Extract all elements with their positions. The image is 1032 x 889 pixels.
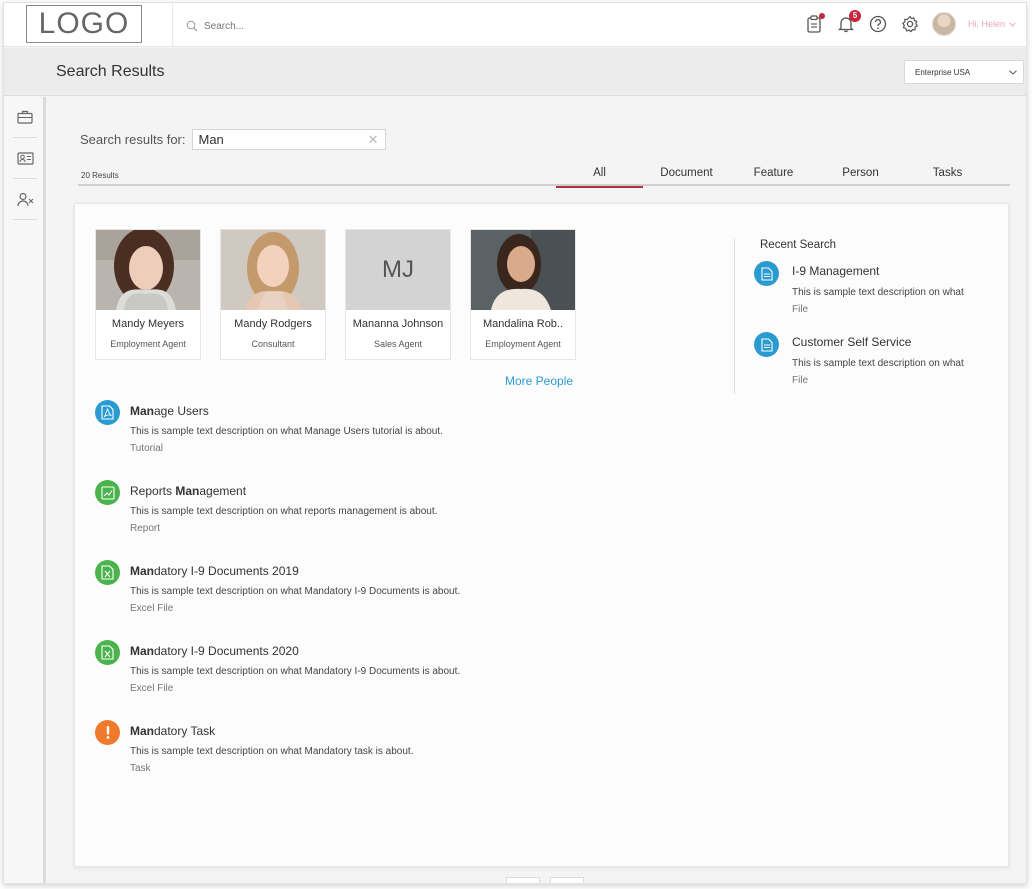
tab-person[interactable]: Person [817, 161, 904, 186]
company-select[interactable]: Enterprise USA [904, 60, 1024, 84]
greeting-text: Hi, Helen [967, 19, 1005, 29]
document-icon [754, 332, 779, 357]
search-label: Search results for: [80, 132, 186, 147]
id-card-icon [16, 151, 34, 165]
person-photo [221, 230, 325, 310]
excel-icon [95, 560, 120, 585]
result-type: Tutorial [130, 443, 163, 454]
person-initials-avatar: MJ [346, 230, 450, 310]
results-count: 20 Results [81, 171, 119, 180]
top-icons: 5 Hi, Helen [804, 10, 1016, 36]
results-card: Mandy Meyers Employment Agent Mandy Rodg… [74, 203, 1009, 867]
user-menu[interactable]: Hi, Helen [968, 19, 1016, 29]
app-window: LOGO Search... 5 Hi, Helen Search Result… [3, 2, 1027, 884]
person-name: Mandy Rodgers [234, 318, 312, 330]
person-card[interactable]: Mandalina Rob.. Employment Agent [470, 229, 576, 360]
recent-item-description: This is sample text description on what [792, 287, 964, 298]
query-input[interactable]: Man ✕ [191, 129, 386, 150]
sidebar-item-directory[interactable] [4, 138, 46, 178]
recent-search-item[interactable]: Customer Self Service This is sample tex… [754, 332, 984, 403]
company-select-value: Enterprise USA [915, 67, 971, 77]
result-type: Report [130, 523, 161, 534]
gear-icon [902, 15, 918, 33]
search-query-row: Search results for: Man ✕ [80, 129, 386, 150]
result-title[interactable]: Manage Users [130, 404, 209, 418]
result-title[interactable]: Mandatory Task [130, 724, 215, 738]
chevron-down-icon [1009, 69, 1017, 75]
result-description: This is sample text description on what … [130, 506, 438, 517]
clipboard-button[interactable] [804, 13, 825, 35]
search-input[interactable] [204, 20, 404, 32]
recent-item-type: File [792, 304, 809, 315]
person-role: Sales Agent [373, 339, 423, 349]
person-photo [96, 230, 200, 310]
help-icon [869, 15, 887, 33]
search-icon [186, 20, 198, 32]
tab-document[interactable]: Document [643, 161, 730, 186]
recent-search-title: Recent Search [760, 239, 837, 251]
query-value: Man [198, 132, 224, 147]
tab-all[interactable]: All [556, 161, 643, 188]
result-type: Excel File [130, 683, 174, 694]
excel-icon [95, 640, 120, 665]
result-description: This is sample text description on what … [130, 586, 461, 597]
recent-item-description: This is sample text description on what [792, 358, 964, 369]
recent-search-panel: Recent Search I-9 Management This is sam… [734, 239, 984, 394]
global-search[interactable] [186, 20, 404, 32]
filter-tabs: All Document Feature Person Tasks [556, 161, 991, 188]
person-photo [471, 230, 575, 310]
person-role: Consultant [251, 339, 295, 349]
tab-tasks[interactable]: Tasks [904, 161, 991, 186]
tab-feature[interactable]: Feature [730, 161, 817, 186]
settings-button[interactable] [900, 13, 920, 35]
page-button[interactable] [506, 877, 540, 883]
top-bar: LOGO Search... 5 Hi, Helen [4, 3, 1026, 47]
user-remove-icon [16, 192, 33, 206]
chart-icon [95, 480, 120, 505]
help-button[interactable] [868, 13, 888, 35]
result-title[interactable]: Reports Management [130, 484, 246, 498]
person-name: Mandy Meyers [111, 318, 185, 330]
sidebar [4, 97, 46, 883]
recent-search-item[interactable]: I-9 Management This is sample text descr… [754, 261, 984, 332]
chevron-down-icon [1009, 21, 1016, 27]
result-title[interactable]: Mandatory I-9 Documents 2020 [130, 644, 299, 658]
notification-dot [818, 13, 825, 19]
notifications-button[interactable]: 5 [836, 10, 861, 35]
result-description: This is sample text description on what … [130, 746, 414, 757]
result-description: This is sample text description on what … [130, 666, 461, 677]
result-title[interactable]: Mandatory I-9 Documents 2019 [130, 564, 299, 578]
document-icon [754, 261, 779, 286]
person-role: Employment Agent [485, 339, 561, 349]
recent-item-title[interactable]: Customer Self Service [792, 335, 911, 349]
notification-badge: 5 [848, 10, 861, 22]
user-avatar[interactable] [931, 12, 956, 36]
result-type: Task [130, 763, 151, 774]
person-card[interactable]: Mandy Meyers Employment Agent [95, 229, 201, 360]
more-people-link[interactable]: More People [505, 374, 573, 388]
people-results: Mandy Meyers Employment Agent Mandy Rodg… [95, 229, 576, 360]
person-name: Mananna Johnson [352, 318, 444, 330]
pdf-icon [95, 400, 120, 425]
recent-item-type: File [792, 375, 809, 386]
briefcase-icon [17, 110, 33, 124]
result-description: This is sample text description on what … [130, 426, 443, 437]
pagination [506, 877, 584, 883]
sidebar-item-jobs[interactable] [4, 97, 46, 137]
person-role: Employment Agent [110, 339, 186, 349]
divider [13, 219, 37, 220]
person-name: Mandalina Rob.. [482, 318, 564, 330]
logo[interactable]: LOGO [26, 5, 142, 43]
clear-icon[interactable]: ✕ [368, 132, 379, 148]
page-button[interactable] [550, 877, 584, 883]
result-type: Excel File [130, 603, 174, 614]
title-bar: Search Results Enterprise USA [4, 48, 1026, 96]
alert-icon [95, 720, 120, 745]
person-card[interactable]: MJ Mananna Johnson Sales Agent [345, 229, 451, 360]
sidebar-item-remove-user[interactable] [4, 179, 46, 219]
page-title: Search Results [56, 63, 165, 80]
divider [172, 3, 173, 47]
recent-item-title[interactable]: I-9 Management [792, 264, 879, 278]
person-card[interactable]: Mandy Rodgers Consultant [220, 229, 326, 360]
